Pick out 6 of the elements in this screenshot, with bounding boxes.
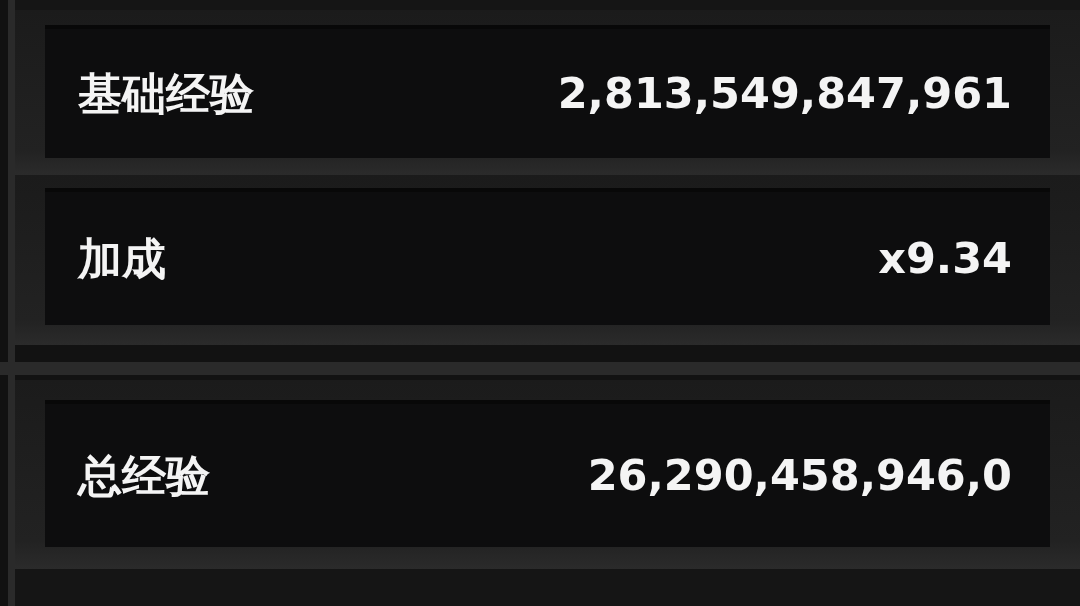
stat-label: 加成 (78, 236, 166, 281)
stat-label: 基础经验 (78, 71, 254, 116)
stat-label: 总经验 (78, 453, 210, 498)
stat-value: 26,290,458,946,0 (587, 454, 1012, 497)
stat-value: x9.34 (878, 237, 1012, 280)
stat-value: 2,813,549,847,961 (557, 72, 1012, 115)
